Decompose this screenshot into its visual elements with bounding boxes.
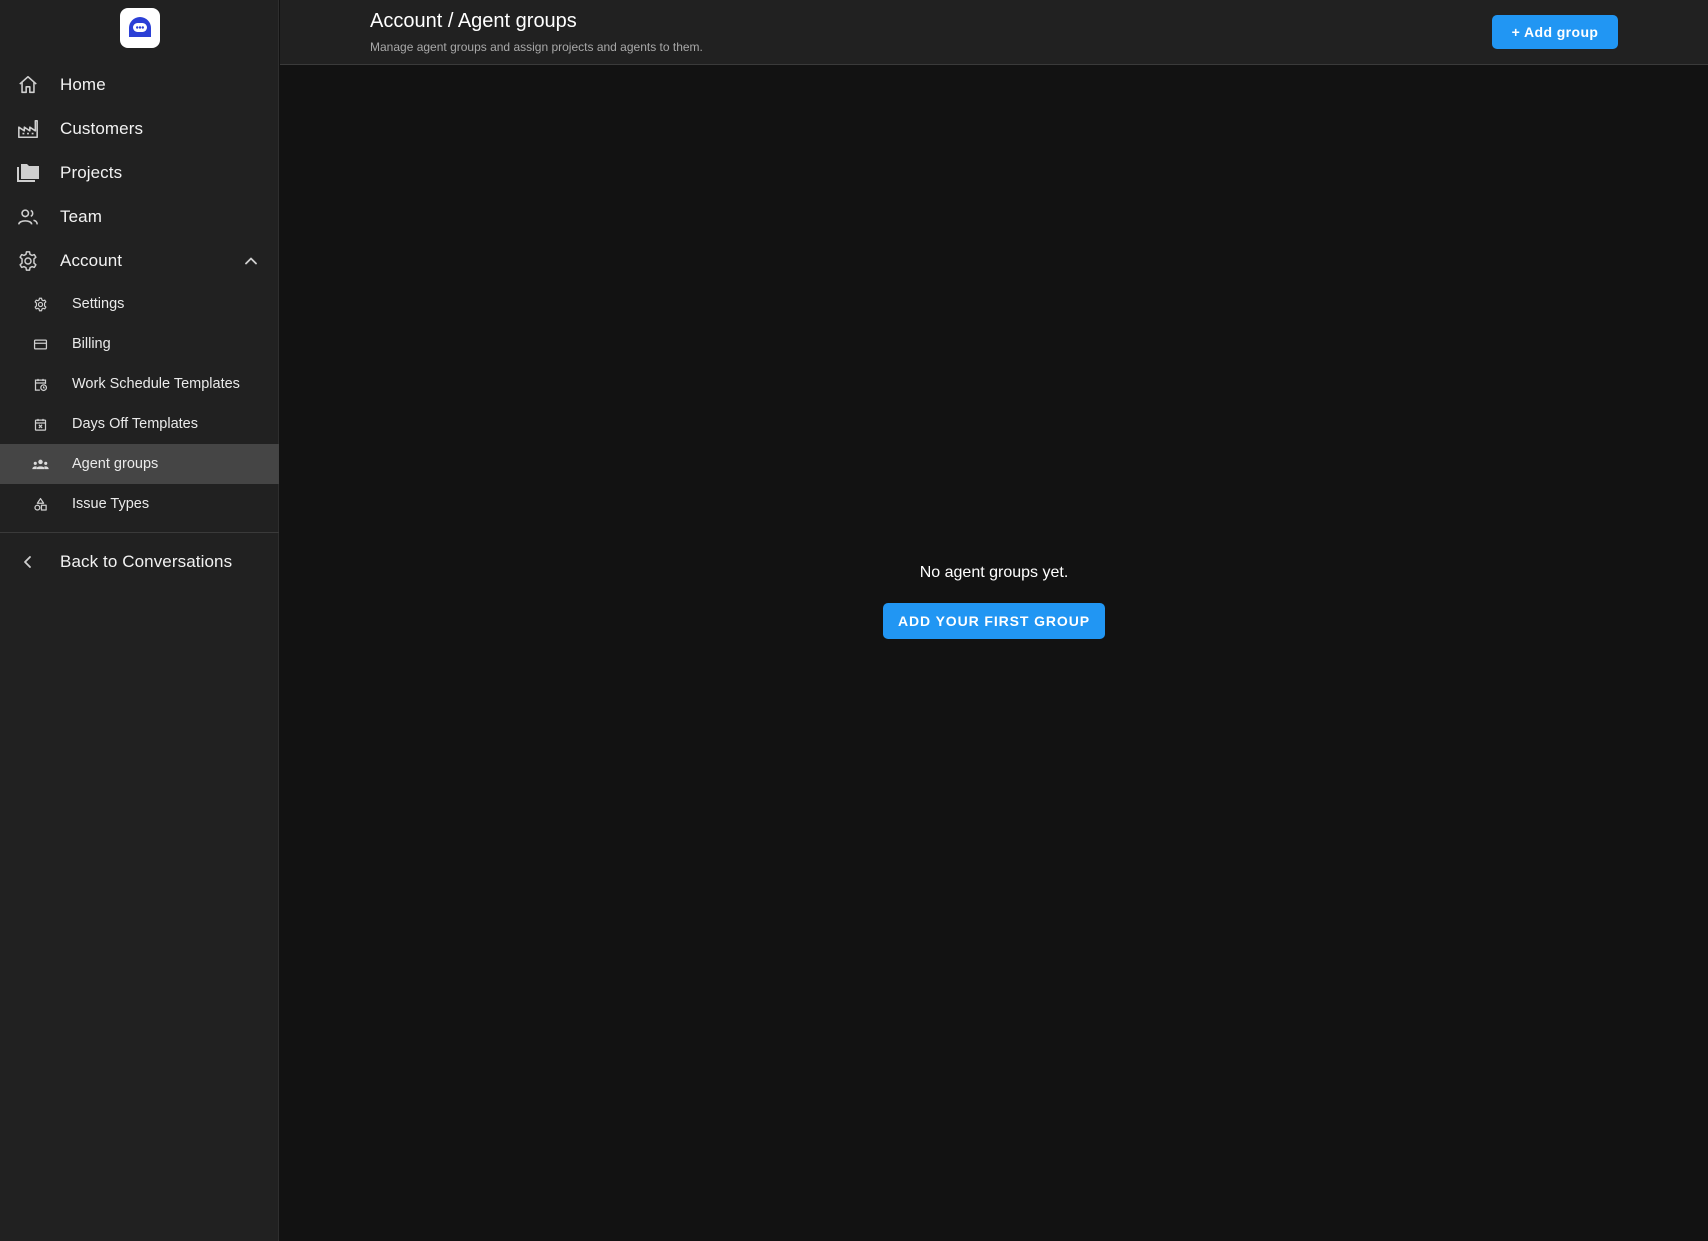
factory-icon [16,117,40,141]
sidebar-item-label: Issue Types [72,496,150,512]
back-to-conversations-link[interactable]: Back to Conversations [0,540,279,584]
folders-icon [16,161,40,185]
sidebar-item-issue-types[interactable]: Issue Types [0,484,279,524]
sidebar-item-work-schedule-templates[interactable]: Work Schedule Templates [0,364,279,404]
nav-label: Team [60,207,102,226]
sidebar-item-label: Settings [72,296,125,312]
credit-card-icon [31,335,49,353]
nav-item-team[interactable]: Team [0,195,279,239]
empty-state-text: No agent groups yet. [919,564,1069,581]
sidebar-item-settings[interactable]: Settings [0,284,279,324]
nav-label: Customers [60,119,144,138]
nav-item-account[interactable]: Account [0,239,279,283]
sidebar-item-label: Billing [72,336,111,352]
chevron-left-icon [16,550,40,574]
sidebar-item-days-off-templates[interactable]: Days Off Templates [0,404,279,444]
calendar-x-icon [31,415,49,433]
team-icon [16,205,40,229]
nav-label: Account [60,251,123,270]
sidebar-item-label: Work Schedule Templates [72,376,240,392]
sidebar-item-agent-groups[interactable]: Agent groups [0,444,279,484]
page-header: Account / Agent groups Manage agent grou… [280,0,1708,65]
sidebar: Home Customers Projects Team Account Set… [0,0,279,1241]
chevron-up-icon[interactable] [241,251,261,271]
nav-item-home[interactable]: Home [0,63,279,107]
nav-item-customers[interactable]: Customers [0,107,279,151]
sidebar-item-label: Days Off Templates [72,416,198,432]
gear-icon [31,295,49,313]
sidebar-item-billing[interactable]: Billing [0,324,279,364]
add-first-group-button[interactable]: ADD YOUR FIRST GROUP [883,603,1105,639]
calendar-clock-icon [31,375,49,393]
main-content: No agent groups yet. ADD YOUR FIRST GROU… [280,66,1708,1241]
gear-icon [16,249,40,273]
sidebar-divider [0,532,279,533]
shapes-icon [31,495,49,513]
page-subtitle: Manage agent groups and assign projects … [370,40,703,54]
back-label: Back to Conversations [60,552,233,571]
page-title: Account / Agent groups [370,10,577,32]
chat-logo-icon [129,17,151,37]
nav-label: Home [60,75,106,94]
groups-icon [31,455,49,473]
app-logo[interactable] [120,8,160,48]
sidebar-item-label: Agent groups [72,456,159,472]
nav-item-projects[interactable]: Projects [0,151,279,195]
nav-label: Projects [60,163,123,182]
home-icon [16,73,40,97]
add-group-button[interactable]: + Add group [1492,15,1618,49]
